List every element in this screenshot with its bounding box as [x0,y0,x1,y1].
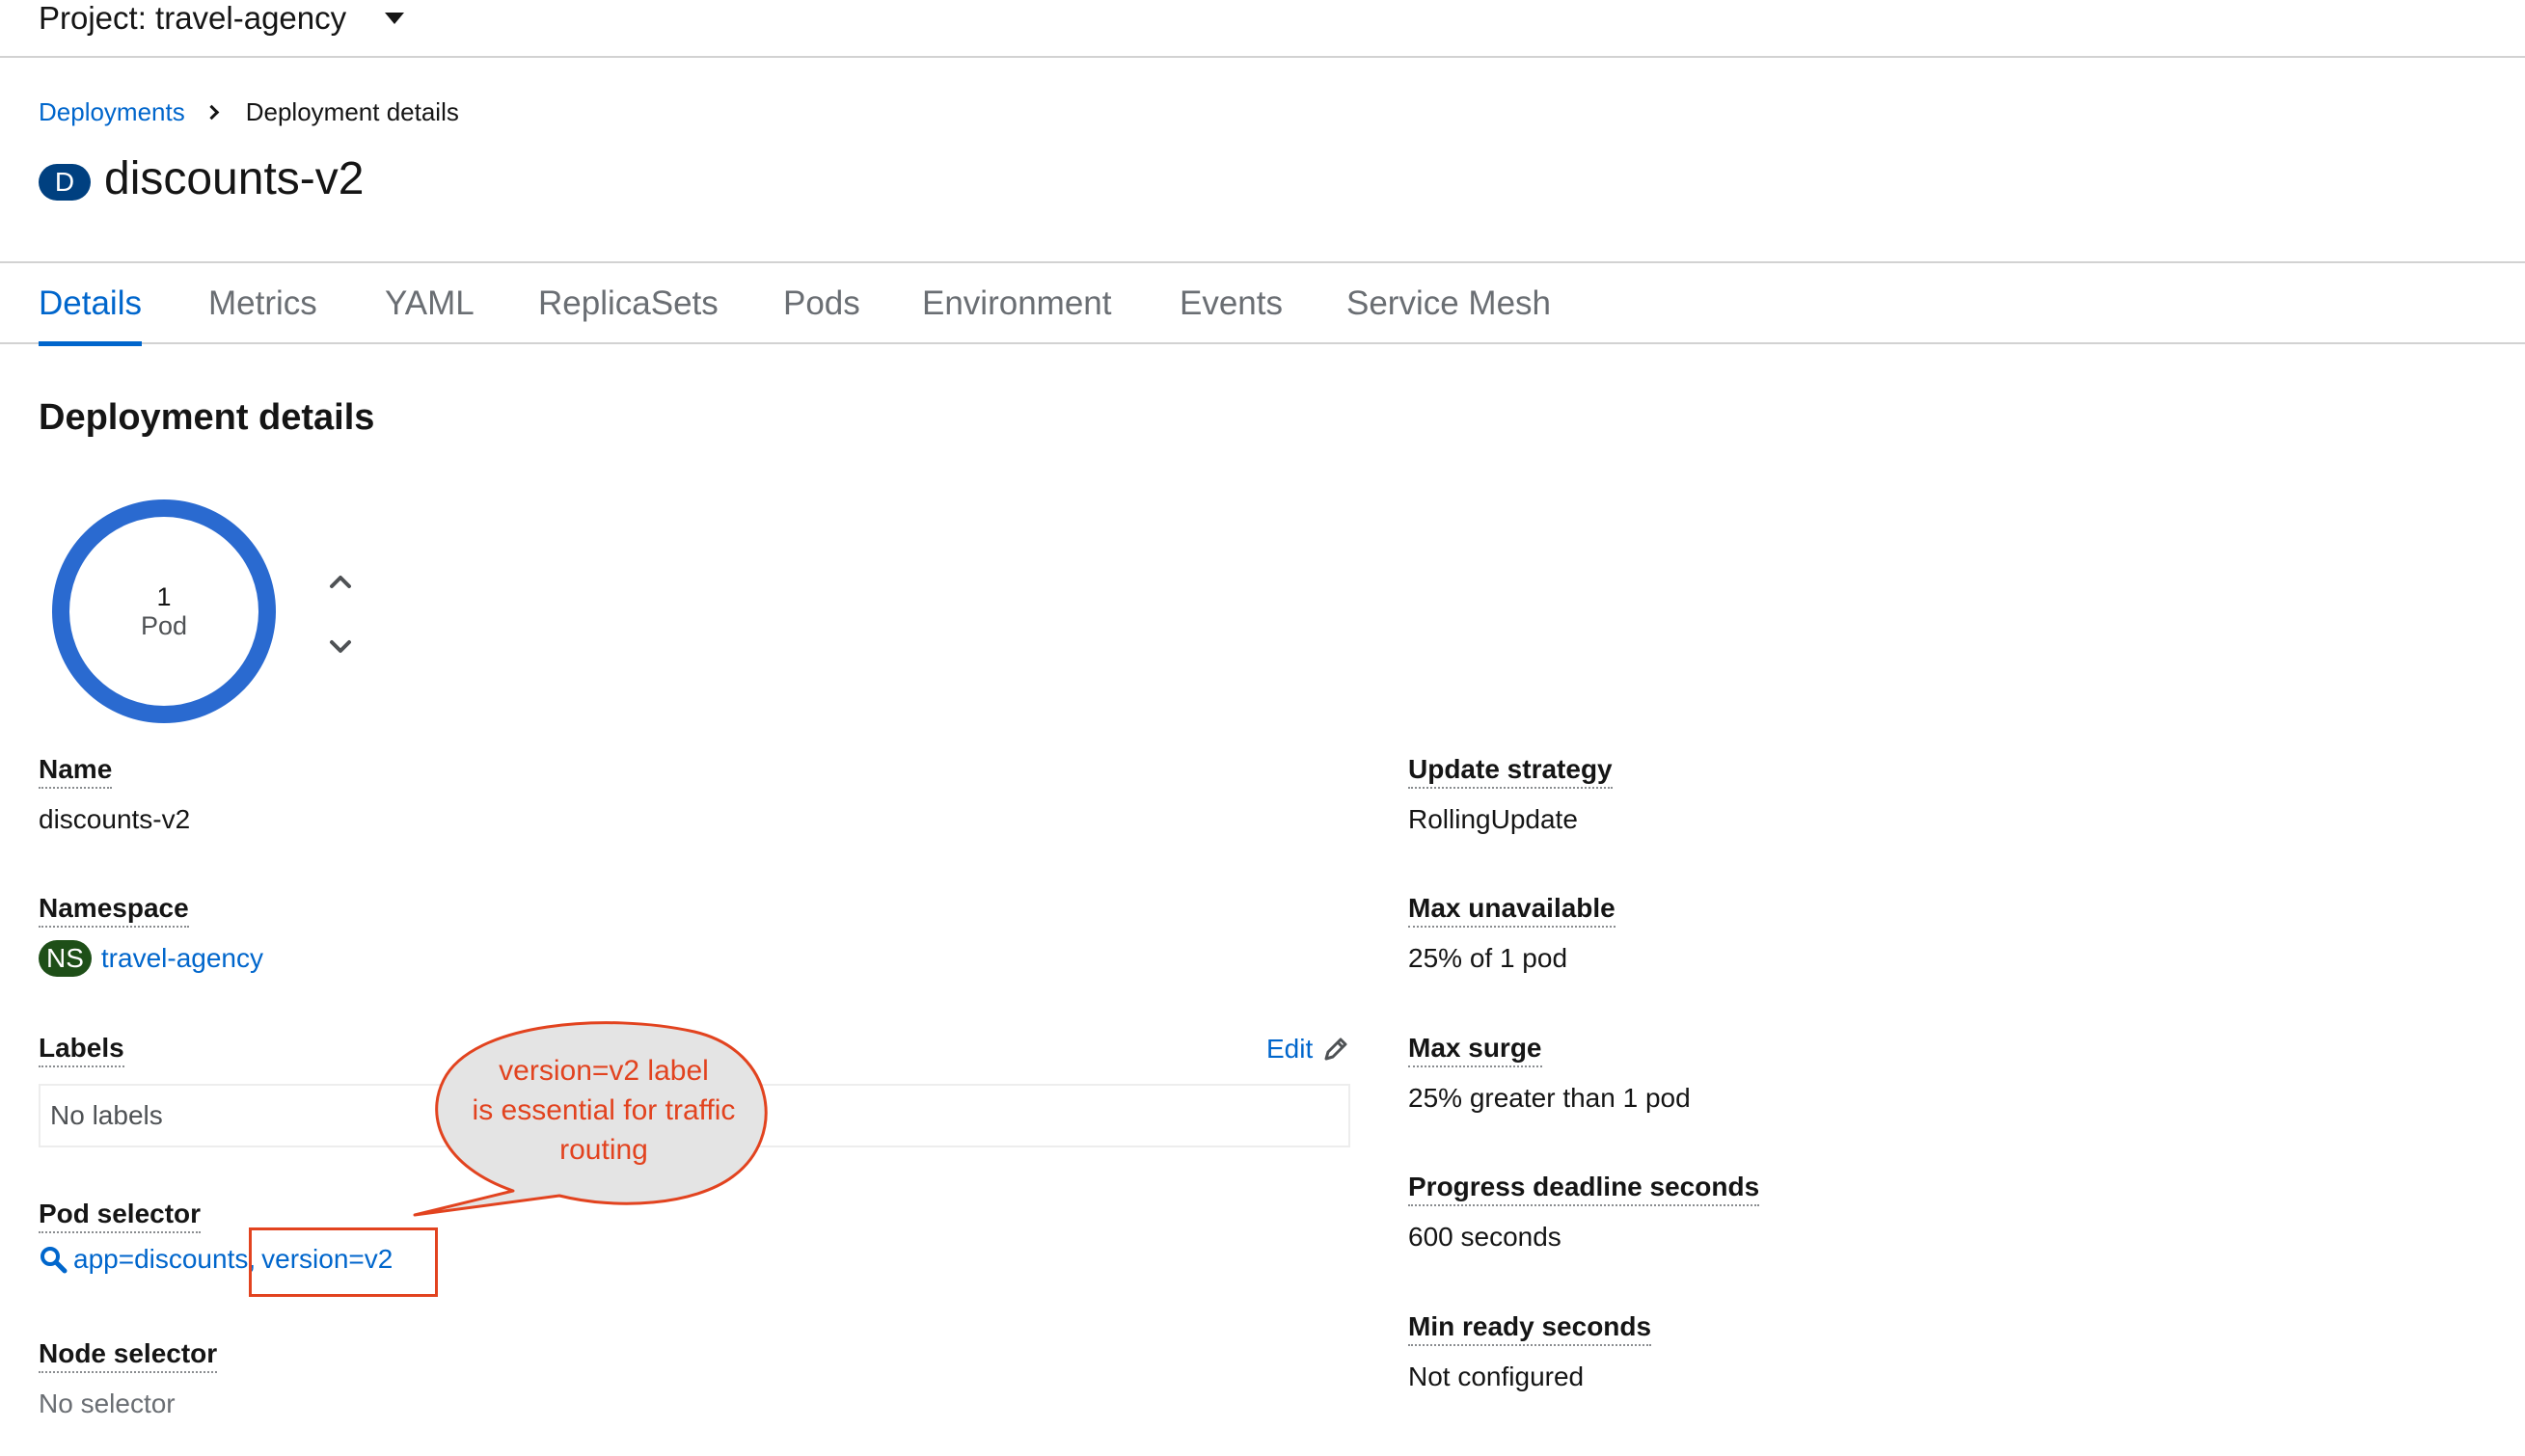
progress-deadline-label: Progress deadline seconds [1408,1172,1760,1206]
max-unavailable-label: Max unavailable [1408,893,1615,928]
name-value: discounts-v2 [39,804,191,834]
no-labels-text: No labels [50,1100,163,1130]
tab-yaml[interactable]: YAML [385,263,475,344]
tab-metrics[interactable]: Metrics [208,263,317,344]
tab-details[interactable]: Details [39,263,142,346]
pod-count: 1 [156,582,172,611]
project-label: Project: travel-agency [39,0,347,36]
annotation-line-2: is essential for traffic [472,1094,736,1126]
caret-down-icon [385,13,405,24]
section-title: Deployment details [39,397,375,438]
namespace-label: Namespace [39,893,189,928]
max-surge-label: Max surge [1408,1033,1542,1067]
breadcrumb-deployments-link[interactable]: Deployments [39,97,185,127]
scale-up-icon[interactable] [326,567,355,596]
annotation-text: version=v2 label is essential for traffi… [432,1051,775,1170]
namespace-value: NS travel-agency [39,940,263,977]
edit-labels-text: Edit [1266,1034,1314,1064]
selector-app[interactable]: app=discounts, [73,1244,256,1275]
title-row: D discounts-v2 [39,147,364,210]
progress-deadline-value: 600 seconds [1408,1222,1561,1252]
pencil-icon [1324,1038,1347,1061]
tab-events[interactable]: Events [1180,263,1283,344]
project-dropdown[interactable]: Project: travel-agency [39,0,405,42]
scale-down-icon[interactable] [326,633,355,661]
pod-donut: 1 Pod [50,498,278,725]
node-selector-value: No selector [39,1389,176,1418]
tab-bar: Details Metrics YAML ReplicaSets Pods En… [0,261,2525,346]
tab-service-mesh[interactable]: Service Mesh [1346,263,1551,344]
project-bar: Project: travel-agency [0,0,2525,58]
pod-count-text: 1 Pod [50,498,278,725]
node-selector-label: Node selector [39,1338,218,1373]
pod-selector-label: Pod selector [39,1199,202,1233]
annotation-highlight-box [249,1227,438,1297]
min-ready-label: Min ready seconds [1408,1311,1652,1346]
update-strategy-value: RollingUpdate [1408,804,1578,834]
namespace-link[interactable]: travel-agency [101,943,263,974]
tab-environment[interactable]: Environment [922,263,1111,344]
min-ready-value: Not configured [1408,1362,1585,1391]
max-surge-value: 25% greater than 1 pod [1408,1083,1691,1113]
deployment-badge: D [39,164,91,201]
labels-label: Labels [39,1033,124,1067]
breadcrumb-current: Deployment details [245,96,459,126]
max-unavailable-value: 25% of 1 pod [1408,943,1568,973]
chevron-right-icon [204,104,220,120]
edit-labels-button[interactable]: Edit [1266,1034,1349,1065]
page: Project: travel-agency Deployments Deplo… [0,0,2525,1456]
tab-pods[interactable]: Pods [783,263,860,344]
annotation-line-1: version=v2 label [499,1055,709,1087]
update-strategy-label: Update strategy [1408,754,1613,789]
pod-unit: Pod [140,611,188,640]
page-title: discounts-v2 [104,152,365,204]
annotation-line-3: routing [559,1134,648,1166]
search-icon [41,1247,68,1274]
namespace-badge: NS [39,940,92,977]
tab-replicasets[interactable]: ReplicaSets [538,263,719,344]
name-label: Name [39,754,113,789]
breadcrumb: Deployments Deployment details [39,93,459,131]
